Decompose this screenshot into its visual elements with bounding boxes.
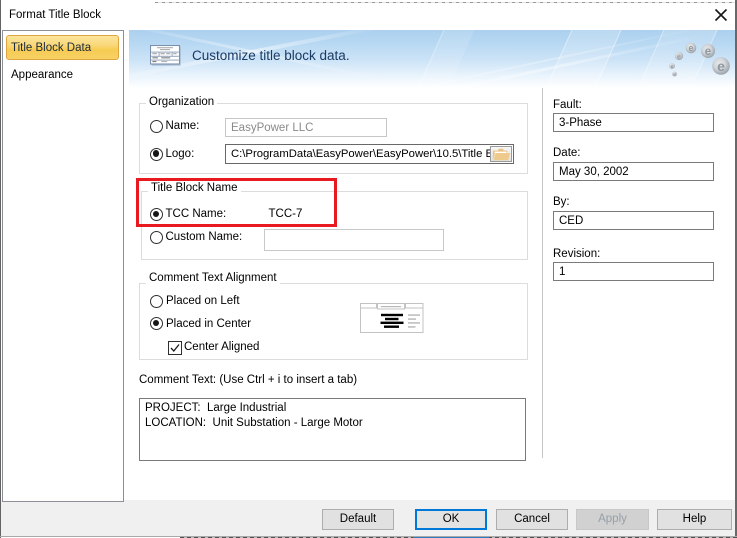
svg-text:e: e: [705, 46, 711, 58]
svg-text:e: e: [677, 54, 681, 61]
svg-text:e: e: [671, 64, 674, 70]
svg-text:e: e: [717, 58, 725, 74]
svg-text:e: e: [688, 43, 693, 53]
